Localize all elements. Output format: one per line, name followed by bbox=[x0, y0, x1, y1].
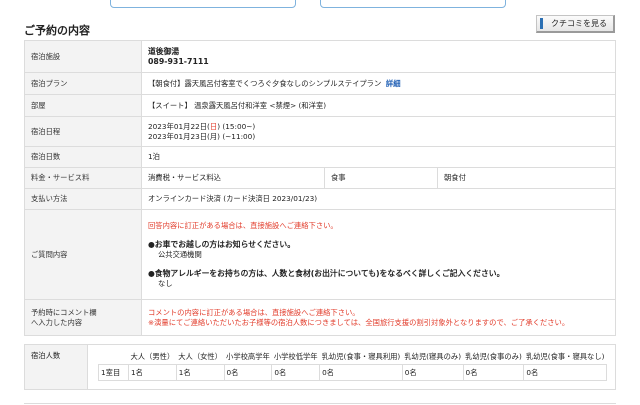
row-comment: 予約時にコメント欄 へ入力した内容 コメントの内容に訂正がある場合は、直接施設へ… bbox=[24, 299, 616, 336]
guests-label: 宿泊人数 bbox=[24, 344, 88, 390]
review-button-label: クチコミを見る bbox=[551, 19, 607, 28]
review-button[interactable]: クチコミを見る bbox=[536, 15, 615, 33]
guest-header: 乳幼児(寝具のみ) bbox=[404, 351, 462, 361]
question-1: ●お車でお越しの方はお知らせください。 bbox=[148, 239, 295, 249]
row-nights: 宿泊日数 1泊 bbox=[24, 146, 616, 168]
question-2: ●食物アレルギーをお持ちの方は、人数と食材(お出汁についても)をなるべく詳しくご… bbox=[148, 268, 505, 278]
guest-value: 0名 bbox=[319, 364, 403, 381]
plan-label: 宿泊プラン bbox=[24, 72, 142, 95]
guest-header: 小学校低学年 bbox=[273, 351, 318, 361]
guest-value: 0名 bbox=[223, 364, 273, 381]
answer-2: なし bbox=[158, 278, 173, 288]
row-plan: 宿泊プラン 【朝食付】露天風呂付客室でくつろぐ夕食なしのシンプルステイプラン 詳… bbox=[24, 72, 616, 95]
comment-line2: ※演量にてご連絡いただいたお子様等の宿泊人数につきましては、全国旅行支援の割引対… bbox=[148, 317, 570, 327]
meal-value: 朝食付 bbox=[437, 167, 616, 189]
row-facility: 宿泊施設 道後御湯 089-931-7111 bbox=[24, 40, 616, 73]
facility-label: 宿泊施設 bbox=[24, 40, 142, 73]
row-payment: 支払い方法 オンラインカード決済 (カード決済日 2023/01/23) bbox=[24, 188, 616, 210]
questions-note: 回答内容に訂正がある場合は、直接施設へご連絡下さい。 bbox=[148, 220, 338, 230]
reservation-details-table: 宿泊施設 道後御湯 089-931-7111 宿泊プラン 【朝食付】露天風呂付客… bbox=[24, 40, 616, 336]
facility-phone: 089-931-7111 bbox=[148, 56, 209, 66]
questions-label: ご質問内容 bbox=[24, 209, 142, 300]
guest-header: 乳幼児(食事・寝具なし) bbox=[525, 351, 605, 361]
guest-value: 0名 bbox=[462, 364, 525, 381]
guest-value: 0名 bbox=[271, 364, 321, 381]
fee-label: 料金・サービス料 bbox=[24, 167, 142, 189]
guest-header: 乳幼児(食事のみ) bbox=[465, 351, 522, 361]
guest-header: 小学校高学年 bbox=[226, 351, 270, 361]
row-questions: ご質問内容 回答内容に訂正がある場合は、直接施設へご連絡下さい。 ●お車でお越し… bbox=[24, 209, 616, 300]
answer-1: 公共交通機関 bbox=[158, 249, 202, 259]
accent-bar bbox=[540, 18, 543, 29]
guest-value: 0名 bbox=[401, 364, 464, 381]
row-room: 部屋 【スイート】 温泉露天風呂付和洋室 <禁煙> (和洋室) bbox=[24, 94, 616, 117]
row-fee: 料金・サービス料 消費税・サービス料込 食事 朝食付 bbox=[24, 167, 616, 189]
guest-breakdown: 大人（男性） 大人（女性） 小学校高学年 小学校低学年 乳幼児(食事・寝具利用)… bbox=[98, 349, 607, 381]
fee-value: 消費税・サービス料込 bbox=[141, 167, 325, 189]
meal-label: 食事 bbox=[324, 167, 438, 189]
comment-line1: コメントの内容に訂正がある場合は、直接施設へご連絡下さい。 bbox=[148, 307, 360, 317]
bottom-divider bbox=[24, 403, 616, 404]
row-dates: 宿泊日程 2023年01月22日(日) (15:00~) 2023年01月23日… bbox=[24, 116, 616, 147]
facility-name: 道後御湯 bbox=[148, 46, 180, 56]
guest-header: 大人（男性） bbox=[130, 351, 175, 361]
guest-value: 1名 bbox=[127, 364, 177, 381]
plan-value: 【朝食付】露天風呂付客室でくつろぐ夕食なしのシンプルステイプラン bbox=[148, 78, 382, 88]
guest-count-table: 宿泊人数 大人（男性） 大人（女性） 小学校高学年 小学校低学年 乳幼児(食事・… bbox=[24, 344, 616, 390]
comment-label-line2: へ入力した内容 bbox=[31, 317, 83, 327]
payment-value: オンラインカード決済 (カード決済日 2023/01/23) bbox=[141, 188, 616, 210]
room-number-label: 1室目 bbox=[98, 364, 129, 381]
guest-header: 乳幼児(食事・寝具利用) bbox=[321, 351, 401, 361]
checkin-date: 2023年01月22日(日) (15:00~) bbox=[148, 121, 256, 131]
top-button-left[interactable] bbox=[110, 0, 296, 8]
room-label: 部屋 bbox=[24, 94, 142, 117]
nights-label: 宿泊日数 bbox=[24, 146, 142, 168]
top-button-right[interactable] bbox=[320, 0, 506, 8]
guest-header: 大人（女性） bbox=[178, 351, 223, 361]
checkout-date: 2023年01月23日(月) (~11:00) bbox=[148, 131, 256, 141]
guest-value: 1名 bbox=[175, 364, 225, 381]
guest-header-row: 大人（男性） 大人（女性） 小学校高学年 小学校低学年 乳幼児(食事・寝具利用)… bbox=[99, 349, 607, 365]
nights-value: 1泊 bbox=[141, 146, 616, 168]
guest-value: 0名 bbox=[523, 364, 607, 381]
comment-label-line1: 予約時にコメント欄 bbox=[31, 307, 97, 317]
section-title: ご予約の内容 bbox=[24, 24, 90, 37]
plan-detail-link[interactable]: 詳細 bbox=[386, 79, 401, 88]
guest-value-row: 1室目 1名 1名 0名 0名 0名 0名 0名 0名 bbox=[98, 364, 607, 381]
room-value: 【スイート】 温泉露天風呂付和洋室 <禁煙> (和洋室) bbox=[141, 94, 616, 117]
dates-label: 宿泊日程 bbox=[24, 116, 142, 147]
payment-label: 支払い方法 bbox=[24, 188, 142, 210]
